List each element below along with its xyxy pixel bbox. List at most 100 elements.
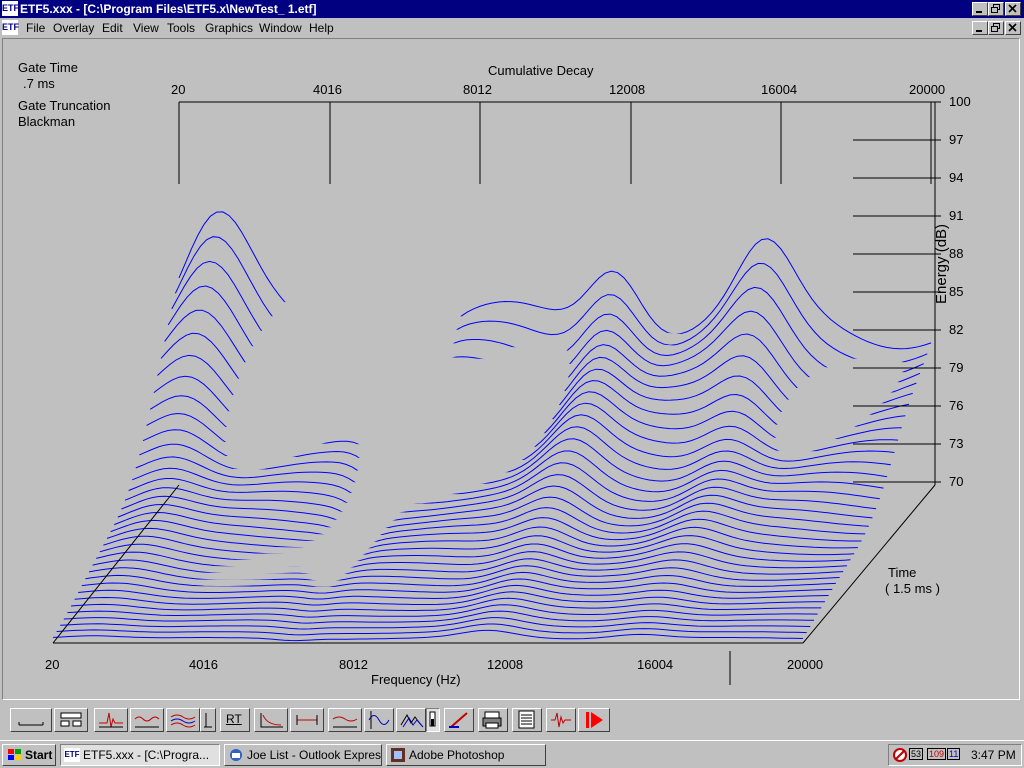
taskbar-button-label: Adobe Photoshop	[409, 748, 505, 762]
impulse-icon	[99, 712, 123, 728]
menu-view[interactable]: View	[133, 21, 159, 35]
close-icon	[1008, 23, 1017, 32]
system-tray: 53 109 11 3:47 PM	[888, 744, 1022, 766]
clock: 3:47 PM	[971, 748, 1016, 762]
y-tick-label: 73	[949, 436, 964, 451]
taskbar-button-photoshop[interactable]: Adobe Photoshop	[386, 744, 546, 766]
play-icon	[586, 712, 603, 728]
menu-overlay[interactable]: Overlay	[53, 21, 94, 35]
bottom-tick-label: 16004	[637, 657, 674, 672]
printer-icon	[482, 711, 502, 729]
frequency-icon	[134, 716, 160, 728]
menu-help[interactable]: Help	[309, 21, 334, 35]
color-button[interactable]	[444, 708, 474, 732]
waterfall-icon	[400, 713, 424, 728]
notes-button[interactable]	[512, 708, 542, 732]
top-tick-label: 4016	[313, 82, 342, 97]
waterfall-button[interactable]	[396, 708, 426, 732]
y-tick-label: 88	[949, 246, 964, 261]
phase-button[interactable]	[364, 708, 394, 732]
gate-truncation-value: Blackman	[18, 114, 76, 129]
start-button[interactable]: Start	[2, 744, 56, 766]
windows-logo-icon	[8, 749, 21, 760]
bottom-tick-label: 12008	[487, 657, 524, 672]
minimize-icon	[976, 30, 982, 32]
outlook-express-icon	[230, 749, 242, 761]
y-tick-label: 100	[949, 94, 971, 109]
decay-button[interactable]	[254, 708, 288, 732]
layout-button[interactable]	[54, 708, 88, 732]
y-tick-label: 94	[949, 170, 964, 185]
bottom-tick-label: 20	[45, 657, 60, 672]
tray-counter[interactable]: 53	[909, 748, 924, 760]
chart-title: Cumulative Decay	[488, 63, 594, 78]
app-icon[interactable]: ETF	[2, 1, 19, 16]
menu-graphics[interactable]: Graphics	[205, 21, 253, 35]
bottom-tick-label: 20000	[787, 657, 824, 672]
window-title: ETF5.xxx - [C:\Program Files\ETF5.x\NewT…	[20, 2, 317, 16]
marker-button[interactable]	[200, 708, 216, 732]
menu-edit[interactable]: Edit	[102, 21, 123, 35]
plot-area[interactable]: Gate Time .7 ms Gate Truncation Blackman…	[2, 38, 1020, 700]
start-label: Start	[25, 748, 53, 762]
print-button[interactable]	[478, 708, 508, 732]
taskbar-button-label: Joe List - Outlook Express	[247, 748, 382, 762]
doc-close-button[interactable]	[1005, 21, 1021, 35]
top-tick-label: 8012	[463, 82, 492, 97]
y-tick-label: 70	[949, 474, 964, 489]
y-tick-label: 85	[949, 284, 964, 299]
menu-window[interactable]: Window	[259, 21, 302, 35]
waterfall-curves	[52, 211, 932, 642]
taskbar-button-etf5[interactable]: ETF ETF5.xxx - [C:\Progra...	[60, 744, 220, 766]
play-button[interactable]	[578, 708, 610, 732]
thermometer-button[interactable]	[426, 708, 440, 732]
doc-minimize-button[interactable]	[972, 21, 988, 35]
y-tick-label: 82	[949, 322, 964, 337]
doc-restore-button[interactable]	[988, 21, 1004, 35]
color-icon	[449, 712, 468, 728]
top-tick-label: 20	[171, 82, 186, 97]
tray-counter[interactable]: 11	[947, 748, 961, 760]
y-tick-label: 97	[949, 132, 964, 147]
bottom-tick-label: 8012	[339, 657, 368, 672]
title-bar: ETF ETF5.xxx - [C:\Program Files\ETF5.x\…	[0, 0, 1024, 18]
time-axis	[802, 484, 936, 644]
document-icon[interactable]: ETF	[2, 20, 19, 35]
overlay-button[interactable]	[166, 708, 200, 732]
taskbar-button-outlook[interactable]: Joe List - Outlook Express	[224, 744, 382, 766]
close-button[interactable]	[1005, 2, 1021, 16]
axis-scale-button[interactable]	[10, 708, 52, 732]
menu-tools[interactable]: Tools	[167, 21, 195, 35]
time-label: Time	[888, 565, 917, 580]
signal-button[interactable]	[546, 708, 576, 732]
bottom-tick-label: 4016	[189, 657, 218, 672]
restore-icon	[991, 4, 1000, 13]
axis-icon	[18, 722, 44, 726]
menu-file[interactable]: File	[26, 21, 45, 35]
time-value: ( 1.5 ms )	[885, 581, 940, 596]
marker-icon	[204, 713, 212, 728]
top-tick-label: 12008	[609, 82, 646, 97]
gate-truncation-label: Gate Truncation	[18, 98, 111, 113]
restore-icon	[991, 23, 1000, 32]
rt-button[interactable]: RT	[220, 708, 250, 732]
tray-app-icon[interactable]	[892, 747, 908, 763]
frequency-button[interactable]	[130, 708, 164, 732]
y-axis-label: Energy (dB)	[933, 223, 950, 304]
minimize-button[interactable]	[972, 2, 988, 16]
close-icon	[1008, 4, 1017, 13]
thermometer-icon	[429, 711, 436, 727]
signal-icon	[551, 712, 571, 728]
impulse-button[interactable]	[94, 708, 128, 732]
range-button[interactable]	[290, 708, 324, 732]
photoshop-icon	[391, 748, 405, 762]
toolbar: RT	[0, 702, 1024, 738]
y-tick-label: 76	[949, 398, 964, 413]
overlay-icon	[170, 714, 196, 728]
smooth-button[interactable]	[328, 708, 362, 732]
phase-icon	[368, 711, 390, 729]
range-icon	[296, 715, 318, 725]
tray-counter[interactable]: 109	[927, 748, 947, 760]
maximize-button[interactable]	[988, 2, 1004, 16]
waterfall-plot	[52, 101, 941, 685]
